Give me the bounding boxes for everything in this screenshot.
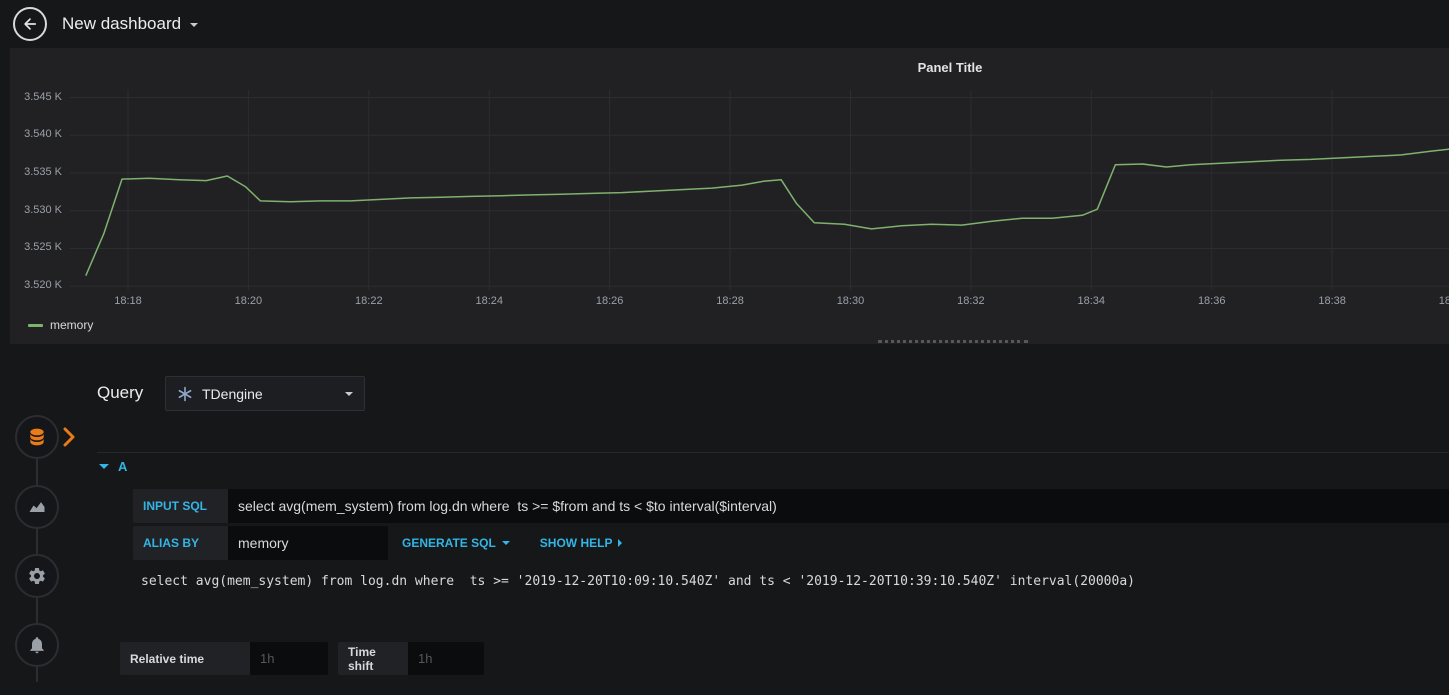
x-tick-label: 18:32	[957, 295, 985, 307]
back-button[interactable]	[13, 7, 47, 41]
tab-visualization[interactable]	[15, 485, 89, 529]
alias-by-input[interactable]	[228, 526, 388, 560]
arrow-left-icon	[24, 18, 37, 30]
x-tick-label: 18:38	[1318, 295, 1346, 307]
y-axis-labels: 3.545 K 3.540 K 3.535 K 3.530 K 3.525 K 3.520…	[10, 48, 62, 344]
graph-panel: Panel Title 3.545 K 3.540 K 3.535 K 3.530 K…	[10, 48, 1449, 344]
collapse-caret-icon	[99, 464, 109, 469]
y-tick-label: 3.520 K	[24, 279, 62, 292]
query-row-divider	[97, 452, 1449, 453]
show-help-caret-icon	[618, 539, 623, 547]
relative-time-label: Relative time	[120, 642, 250, 675]
database-icon	[30, 428, 44, 446]
chart-plot[interactable]	[70, 90, 1449, 290]
datasource-name: TDengine	[202, 385, 263, 402]
dashboard-title[interactable]: New dashboard	[62, 14, 199, 34]
panel-title[interactable]: Panel Title	[10, 48, 1449, 75]
x-axis-labels: 18:18 18:20 18:22 18:24 18:26 18:28 18:30 18:32…	[70, 295, 1449, 309]
dashboard-title-text: New dashboard	[62, 14, 182, 33]
generate-sql-button[interactable]: GENERATE SQL	[402, 526, 510, 560]
show-help-button[interactable]: SHOW HELP	[540, 526, 623, 560]
tdengine-logo-icon	[178, 386, 192, 401]
y-tick-label: 3.535 K	[24, 166, 62, 179]
generated-sql-text: select avg(mem_system) from log.dn where…	[141, 574, 1135, 589]
datasource-picker[interactable]: TDengine	[165, 376, 365, 411]
visualization-tab-circle	[15, 485, 59, 529]
navbar: New dashboard	[0, 0, 1449, 48]
y-tick-label: 3.540 K	[24, 128, 62, 141]
generate-sql-caret-icon	[501, 541, 510, 545]
bell-icon	[30, 637, 44, 654]
query-heading: Query	[97, 383, 144, 402]
tab-general[interactable]	[15, 554, 89, 598]
alias-by-label: ALIAS BY	[133, 526, 228, 560]
legend: memory	[28, 318, 93, 332]
y-tick-label: 3.530 K	[24, 203, 62, 216]
query-ref-id: A	[118, 459, 128, 474]
panel-resize-handle[interactable]	[878, 340, 1028, 343]
relative-time-input[interactable]	[250, 642, 328, 675]
x-tick-label: 18:20	[234, 295, 263, 307]
active-tab-arrow	[63, 427, 75, 452]
x-tick-label: 18:22	[355, 295, 383, 307]
generate-sql-label: GENERATE SQL	[402, 536, 496, 550]
x-tick-label: 18:34	[1077, 295, 1106, 307]
graph-icon	[29, 502, 45, 512]
time-row-spacer	[328, 642, 338, 675]
legend-color-swatch[interactable]	[28, 323, 43, 327]
time-shift-input[interactable]	[408, 642, 484, 675]
alert-tab-circle	[15, 623, 59, 667]
input-sql-row: INPUT SQL	[133, 489, 1449, 523]
gear-icon	[29, 568, 45, 584]
tab-queries[interactable]	[15, 415, 89, 459]
x-tick-label: 18:30	[836, 295, 865, 307]
y-tick-label: 3.545 K	[24, 90, 62, 103]
y-tick-label: 3.525 K	[24, 241, 62, 254]
x-tick-label: 18:28	[716, 295, 744, 307]
tab-alert[interactable]	[15, 623, 89, 667]
general-tab-circle	[15, 554, 59, 598]
x-tick-label: 18:40	[1438, 295, 1449, 307]
x-tick-label: 18:36	[1197, 295, 1226, 307]
x-tick-label: 18:26	[595, 295, 624, 307]
alias-by-row: ALIAS BY GENERATE SQL SHOW HELP	[133, 526, 623, 560]
show-help-label: SHOW HELP	[539, 536, 613, 550]
dropdown-caret-icon	[345, 391, 353, 396]
input-sql-input[interactable]	[228, 489, 1449, 523]
legend-label[interactable]: memory	[50, 318, 93, 332]
input-sql-label: INPUT SQL	[133, 489, 228, 523]
x-tick-label: 18:18	[114, 295, 142, 307]
time-options-row: Relative time Time shift	[120, 642, 484, 675]
queries-tab-circle	[15, 415, 59, 459]
title-caret-icon	[190, 23, 199, 27]
time-shift-label: Time shift	[338, 642, 408, 675]
x-tick-label: 18:24	[475, 295, 503, 307]
query-collapse-toggle[interactable]: A	[99, 459, 127, 474]
